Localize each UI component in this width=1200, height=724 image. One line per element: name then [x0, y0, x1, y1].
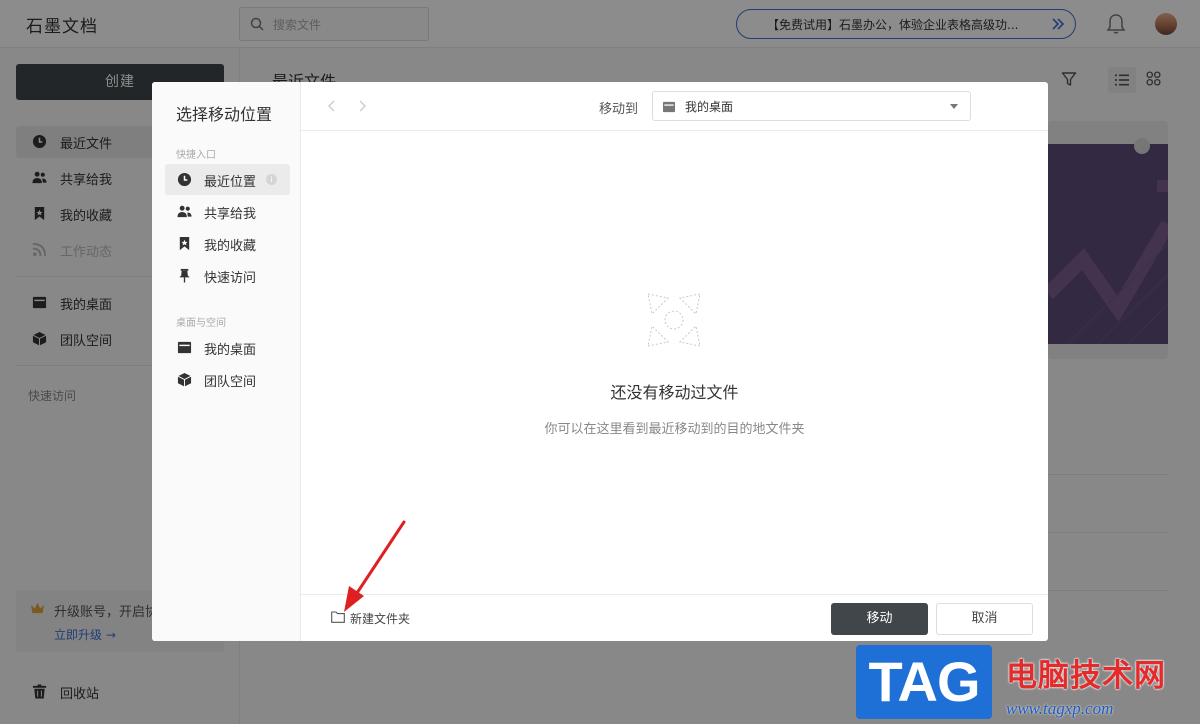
info-icon[interactable]: i — [266, 174, 277, 185]
cancel-button[interactable]: 取消 — [936, 603, 1033, 635]
dialog-footer: 新建文件夹 移动 取消 — [301, 594, 1048, 641]
dialog-header: 移动到 我的桌面 — [301, 82, 1048, 131]
clock-icon — [177, 172, 192, 187]
dialog-item-favorites[interactable]: 我的收藏 — [165, 228, 290, 259]
pin-icon — [179, 268, 190, 283]
empty-state-title: 还没有移动过文件 — [610, 383, 739, 402]
dialog-item-label: 我的收藏 — [204, 239, 257, 254]
dialog-sidebar: 选择移动位置 快捷入口 最近位置 i 共享给我 我的收藏 快速访问 桌面与空间 … — [152, 82, 301, 641]
dialog-item-label: 团队空间 — [204, 375, 257, 390]
desktop-icon — [177, 341, 192, 354]
empty-state-subtitle: 你可以在这里看到最近移动到的目的地文件夹 — [544, 422, 805, 437]
dialog-item-recent-location[interactable]: 最近位置 i — [165, 164, 290, 195]
watermark-url: www.tagxp.com — [1006, 699, 1114, 718]
cube-icon — [177, 372, 192, 387]
chevron-left-icon[interactable] — [327, 99, 337, 113]
dialog-item-label: 共享给我 — [204, 207, 257, 222]
location-select[interactable]: 我的桌面 — [652, 91, 971, 121]
dialog-item-label: 我的桌面 — [204, 343, 257, 358]
annotation-arrow-icon — [344, 520, 406, 612]
watermark-logo: TAG — [856, 645, 992, 719]
bookmark-icon — [179, 236, 190, 251]
quick-entry-caption: 快捷入口 — [176, 150, 216, 161]
desktop-icon — [663, 101, 675, 113]
move-button[interactable]: 移动 — [831, 603, 928, 635]
dialog-item-quick-access[interactable]: 快速访问 — [165, 260, 290, 291]
chevron-down-icon — [950, 104, 958, 109]
dialog-item-label: 最近位置 — [204, 175, 257, 190]
chevron-right-icon[interactable] — [357, 99, 367, 113]
location-select-value: 我的桌面 — [685, 100, 734, 114]
empty-state-illustration — [647, 293, 701, 347]
watermark-text: 电脑技术网 — [1006, 658, 1166, 694]
dialog-item-shared[interactable]: 共享给我 — [165, 196, 290, 227]
dialog-item-desktop[interactable]: 我的桌面 — [165, 332, 290, 363]
desktop-space-caption: 桌面与空间 — [176, 318, 226, 329]
dialog-title: 选择移动位置 — [176, 105, 273, 124]
move-to-label: 移动到 — [599, 102, 639, 117]
users-icon — [177, 205, 192, 218]
dialog-item-label: 快速访问 — [204, 271, 257, 286]
move-location-dialog: 选择移动位置 快捷入口 最近位置 i 共享给我 我的收藏 快速访问 桌面与空间 … — [152, 82, 1048, 641]
dialog-item-team[interactable]: 团队空间 — [165, 364, 290, 395]
